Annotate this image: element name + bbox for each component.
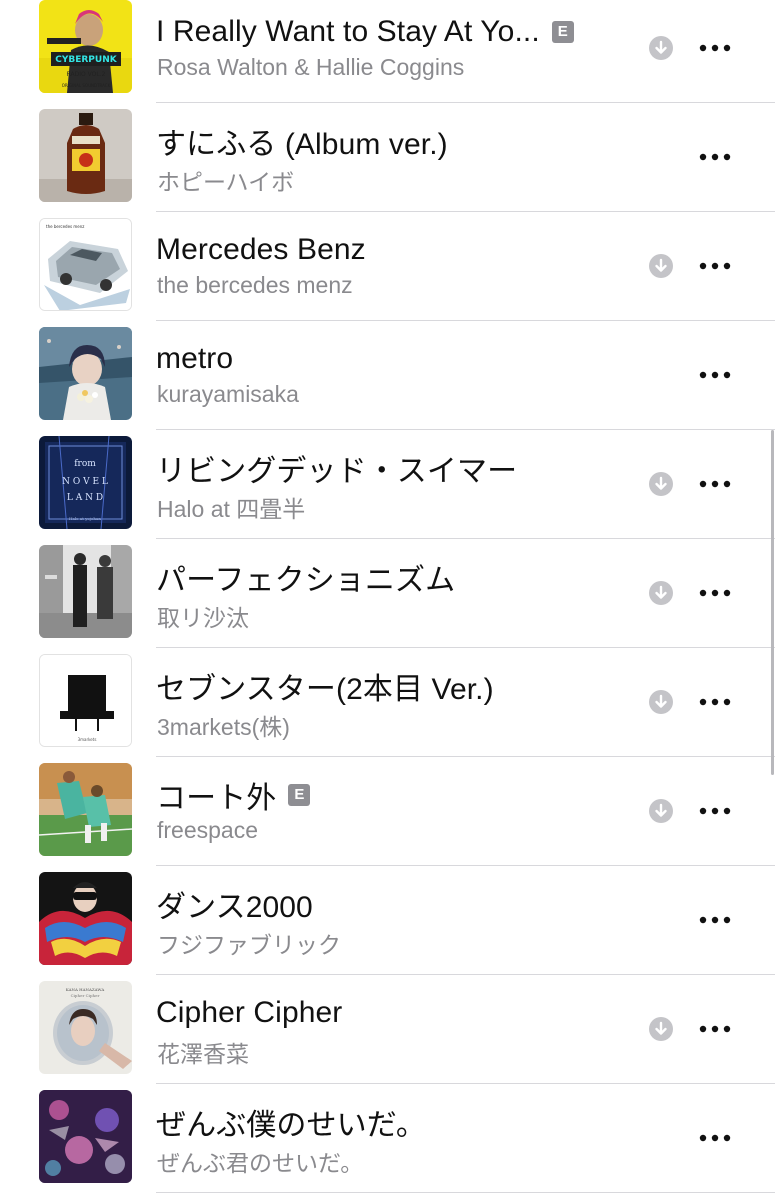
song-title-line: Mercedes Benz <box>156 230 366 270</box>
song-title: セブンスター(2本目 Ver.) <box>156 673 494 706</box>
explicit-badge: E <box>551 21 574 43</box>
song-row[interactable]: 3markets セブンスター(2本目 Ver.) 3markets(株) <box>0 648 775 757</box>
cyberpunk-radio-cover: CYBERPUNK RADIO VOL.2 ORIGINAL SOUNDTRAC… <box>39 0 132 93</box>
mirror-portrait-cover: KANA HANAZAWA Cipher Cipher <box>39 981 132 1074</box>
svg-text:RADIO VOL.2: RADIO VOL.2 <box>67 71 106 78</box>
black-hat-cover: 3markets <box>39 654 132 747</box>
song-row[interactable]: metro kurayamisaka <box>0 321 775 430</box>
song-artist: Halo at 四畳半 <box>157 496 306 522</box>
song-artist: 3markets(株) <box>157 714 290 740</box>
song-artist: ホピーハイボ <box>157 169 295 195</box>
song-row[interactable]: コート外 Efreespace <box>0 757 775 866</box>
svg-text:KANA HANAZAWA: KANA HANAZAWA <box>66 987 105 992</box>
song-list: CYBERPUNK RADIO VOL.2 ORIGINAL SOUNDTRAC… <box>0 0 775 1200</box>
feather-costume-cover <box>39 872 132 965</box>
download-arrow-icon <box>649 581 673 605</box>
download-arrow-icon <box>649 36 673 60</box>
song-title-line: ぜんぶ僕のせいだ。 <box>156 1102 426 1142</box>
song-artist: the bercedes menz <box>157 272 353 298</box>
song-title: ダンス2000 <box>156 891 313 924</box>
bottle-cover <box>39 109 132 202</box>
more-ellipsis-icon[interactable] <box>698 579 732 607</box>
svg-text:L A N D: L A N D <box>67 493 103 503</box>
song-title: I Really Want to Stay At Yo... <box>156 15 540 48</box>
song-row[interactable]: KANA HANAZAWA Cipher Cipher Cipher Ciphe… <box>0 975 775 1084</box>
song-artist: freespace <box>157 817 259 843</box>
anime-girl-cover <box>39 327 132 420</box>
song-artist: 花澤香菜 <box>157 1041 249 1067</box>
svg-text:N O V E L: N O V E L <box>62 477 108 487</box>
more-ellipsis-icon[interactable] <box>698 797 732 825</box>
more-ellipsis-icon[interactable] <box>698 470 732 498</box>
svg-text:3markets: 3markets <box>78 737 97 742</box>
song-artist: Rosa Walton & Hallie Coggins <box>157 54 465 80</box>
song-title-line: リビングデッド・スイマー <box>156 448 517 488</box>
song-title-line: コート外 E <box>156 775 311 815</box>
song-title: metro <box>156 342 234 375</box>
more-ellipsis-icon[interactable] <box>698 34 732 62</box>
svg-text:CYBERPUNK: CYBERPUNK <box>55 55 117 65</box>
more-ellipsis-icon[interactable] <box>698 252 732 280</box>
download-arrow-icon <box>649 472 673 496</box>
svg-text:Halo at yojohan: Halo at yojohan <box>69 516 101 521</box>
svg-text:from: from <box>74 459 96 469</box>
svg-text:Cipher Cipher: Cipher Cipher <box>71 993 100 998</box>
song-title-line: Cipher Cipher <box>156 993 342 1033</box>
more-ellipsis-icon[interactable] <box>698 906 732 934</box>
explicit-badge: E <box>288 784 311 806</box>
more-ellipsis-icon[interactable] <box>698 1124 732 1152</box>
scrollbar[interactable] <box>771 430 774 775</box>
download-arrow-icon <box>649 690 673 714</box>
download-arrow-icon <box>649 254 673 278</box>
street-photo-cover <box>39 545 132 638</box>
song-title-line: セブンスター(2本目 Ver.) <box>156 666 494 706</box>
pink-glitter-cover <box>39 1090 132 1183</box>
song-row[interactable]: ぜんぶ僕のせいだ。ぜんぶ君のせいだ。 <box>0 1084 775 1193</box>
download-arrow-icon <box>649 799 673 823</box>
song-title: すにふる (Album ver.) <box>156 128 448 161</box>
song-title: ぜんぶ僕のせいだ。 <box>156 1109 426 1142</box>
car-cover: the bercedes menz <box>39 218 132 311</box>
song-title-line: I Really Want to Stay At Yo... E <box>156 12 574 52</box>
song-row[interactable]: from N O V E L L A N D Halo at yojohan リ… <box>0 430 775 539</box>
song-artist: 取リ沙汰 <box>157 605 249 631</box>
song-title: パーフェクショニズム <box>156 564 456 597</box>
song-title: Mercedes Benz <box>156 233 366 266</box>
download-arrow-icon <box>649 1017 673 1041</box>
song-title-line: パーフェクショニズム <box>156 557 455 597</box>
more-ellipsis-icon[interactable] <box>698 1015 732 1043</box>
song-title: Cipher Cipher <box>156 996 343 1029</box>
more-ellipsis-icon[interactable] <box>698 688 732 716</box>
song-title: リビングデッド・スイマー <box>156 455 518 488</box>
song-title-line: すにふる (Album ver.) <box>156 121 448 161</box>
song-title-line: ダンス2000 <box>156 884 313 924</box>
svg-text:ORIGINAL SOUNDTRACK: ORIGINAL SOUNDTRACK <box>62 83 111 88</box>
svg-text:the bercedes menz: the bercedes menz <box>46 224 84 229</box>
song-artist: フジファブリック <box>157 932 341 958</box>
song-row[interactable]: すにふる (Album ver.) ホピーハイボ <box>0 103 775 212</box>
more-ellipsis-icon[interactable] <box>698 143 732 171</box>
song-title: コート外 <box>156 782 277 815</box>
song-row[interactable]: CYBERPUNK RADIO VOL.2 ORIGINAL SOUNDTRAC… <box>0 0 775 103</box>
row-divider <box>156 1192 775 1193</box>
song-row[interactable]: パーフェクショニズム取リ沙汰 <box>0 539 775 648</box>
song-row[interactable]: the bercedes menz Mercedes Benz the berce… <box>0 212 775 321</box>
tennis-court-cover <box>39 763 132 856</box>
song-title-line: metro <box>156 339 233 379</box>
more-ellipsis-icon[interactable] <box>698 361 732 389</box>
song-row[interactable]: ダンス2000 フジファブリック <box>0 866 775 975</box>
song-artist: ぜんぶ君のせいだ。 <box>157 1150 364 1176</box>
song-artist: kurayamisaka <box>157 381 299 407</box>
from-novel-land-cover: from N O V E L L A N D Halo at yojohan <box>39 436 132 529</box>
